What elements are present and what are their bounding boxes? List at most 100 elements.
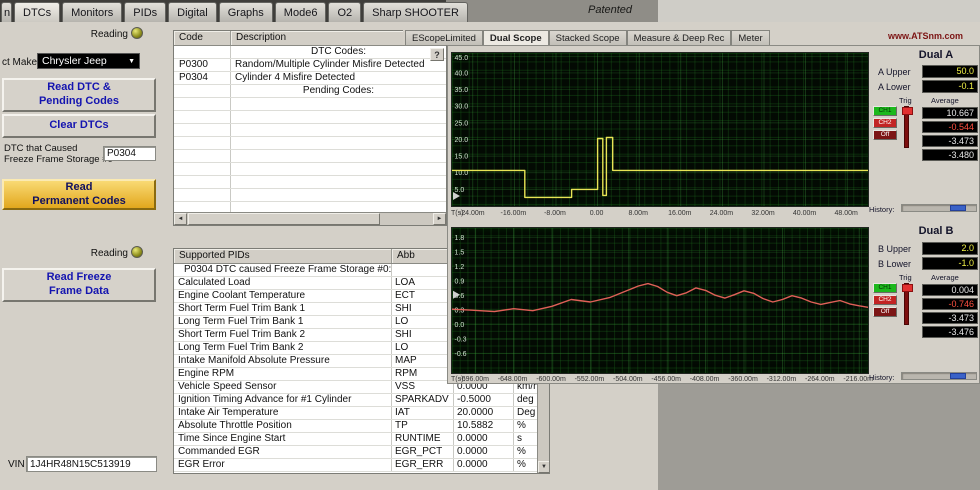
history-slider-b[interactable] (901, 372, 977, 380)
pid-header-name[interactable]: Supported PIDs (174, 249, 392, 263)
dtc-header-code[interactable]: Code (174, 31, 231, 45)
dtc-row[interactable]: P0304Cylinder 4 Misfire Detected (174, 72, 446, 85)
time-tick-label: 16.00m (668, 210, 691, 217)
dtc-row[interactable] (174, 137, 446, 150)
tab-dtcs[interactable]: DTCs (14, 2, 60, 22)
time-tick-label: -408.00m (690, 376, 720, 383)
freeze-cause-dtc-field[interactable]: P0304 (103, 146, 156, 161)
scroll-right-icon[interactable]: ► (433, 213, 446, 225)
scope-tab-escopelimited[interactable]: EScopeLimited (405, 30, 483, 45)
channel-ch2-button[interactable]: CH2 (873, 118, 897, 128)
trigger-slider-thumb[interactable] (902, 107, 913, 115)
dtc-code-cell (174, 163, 231, 175)
channel-ch1-button[interactable]: CH1 (873, 283, 897, 293)
dtc-row[interactable] (174, 98, 446, 111)
average-value: -3.476 (922, 326, 978, 338)
vehicle-make-dropdown[interactable]: Chrysler Jeep ▼ (37, 53, 140, 69)
time-tick-label: -504.00m (613, 376, 643, 383)
scroll-left-icon[interactable]: ◄ (174, 213, 187, 225)
time-tick-label: -600.00m (536, 376, 566, 383)
time-tick-label: 0.00 (590, 210, 604, 217)
scrollbar-thumb[interactable] (188, 213, 380, 225)
help-button[interactable]: ? (430, 48, 444, 61)
dtc-row[interactable] (174, 176, 446, 189)
tab-mode6[interactable]: Mode6 (275, 2, 327, 22)
tab-graphs[interactable]: Graphs (219, 2, 273, 22)
trigger-slider-a[interactable] (904, 106, 909, 148)
channel-ch2-button[interactable]: CH2 (873, 295, 897, 305)
b-upper-value[interactable]: 2.0 (922, 242, 978, 255)
dtc-row[interactable]: Pending Codes: (174, 85, 446, 98)
dtc-description-cell: Random/Multiple Cylinder Misfire Detecte… (231, 59, 446, 71)
scope-a-screen[interactable]: 45.040.035.030.025.020.015.010.05.0 (451, 52, 869, 207)
read-permanent-codes-button[interactable]: Read Permanent Codes (2, 179, 156, 210)
trigger-slider-thumb[interactable] (902, 284, 913, 292)
scope-tab-stacked-scope[interactable]: Stacked Scope (549, 30, 627, 45)
tab-monitors[interactable]: Monitors (62, 2, 122, 22)
a-upper-value[interactable]: 50.0 (922, 65, 978, 78)
channel-buttons-a: CH1 CH2 Off (873, 106, 897, 140)
dtc-row[interactable]: P0300Random/Multiple Cylinder Misfire De… (174, 59, 446, 72)
dtc-row[interactable] (174, 150, 446, 163)
dtc-row[interactable] (174, 124, 446, 137)
dtc-description-cell (231, 150, 446, 162)
main-tabs: n DTCsMonitorsPIDsDigitalGraphsMode6O2Sh… (0, 2, 468, 22)
time-tick-label: 48.00m (835, 210, 858, 217)
average-value: -3.480 (922, 149, 978, 161)
dtc-row[interactable]: DTC Codes: (174, 46, 446, 59)
pid-name-cell: Intake Manifold Absolute Pressure (174, 355, 392, 367)
history-slider-thumb[interactable] (950, 205, 966, 211)
dtc-code-cell: P0304 (174, 72, 231, 84)
read-dtc-pending-codes-button[interactable]: Read DTC & Pending Codes (2, 78, 156, 112)
tab-digital[interactable]: Digital (168, 2, 217, 22)
dtc-row[interactable] (174, 163, 446, 176)
tab-o2[interactable]: O2 (328, 2, 361, 22)
scroll-down-icon[interactable]: ▼ (538, 461, 550, 473)
tab-sharp-shooter[interactable]: Sharp SHOOTER (363, 2, 468, 22)
read-freeze-frame-data-button[interactable]: Read Freeze Frame Data (2, 268, 156, 302)
pid-row[interactable]: Intake Air TemperatureIAT20.0000Deg C (174, 407, 549, 420)
pid-row[interactable]: Time Since Engine StartRUNTIME0.0000s (174, 433, 549, 446)
time-tick-label: -360.00m (728, 376, 758, 383)
tab-pids[interactable]: PIDs (124, 2, 166, 22)
dtc-row[interactable] (174, 111, 446, 124)
history-slider-a[interactable] (901, 204, 977, 212)
scope-b-plot: 1.81.51.20.90.60.30.0-0.3-0.6 (452, 228, 868, 373)
time-tick-label: -24.00m (459, 210, 485, 217)
scrollbar-track[interactable] (187, 213, 433, 225)
dtc-description-cell (231, 189, 446, 201)
pid-header-abb[interactable]: Abb (392, 249, 454, 263)
scope-b-screen[interactable]: 1.81.51.20.90.60.30.0-0.3-0.6 (451, 227, 869, 374)
a-lower-value[interactable]: -0.1 (922, 80, 978, 93)
pid-row[interactable]: EGR ErrorEGR_ERR0.0000% (174, 459, 549, 472)
channel-ch1-button[interactable]: CH1 (873, 106, 897, 116)
scope-tab-meter[interactable]: Meter (731, 30, 769, 45)
tab-partial[interactable]: n (1, 2, 12, 22)
pid-row[interactable]: Absolute Throttle PositionTP10.5882% (174, 420, 549, 433)
dtc-horizontal-scrollbar[interactable]: ◄ ► (174, 212, 446, 225)
scope-a-time-axis: T(s): -24.00m-16.00m-8.00m0.008.00m16.00… (451, 209, 869, 220)
button-label: Read DTC & Pending Codes (39, 81, 119, 109)
channel-off-button[interactable]: Off (873, 130, 897, 140)
scope-tab-measure-deep-rec[interactable]: Measure & Deep Rec (627, 30, 732, 45)
channel-off-button[interactable]: Off (873, 307, 897, 317)
dtc-table: Code Description DTC Codes:P0300Random/M… (173, 30, 447, 226)
pid-name-cell: Absolute Throttle Position (174, 420, 392, 432)
scope-tab-dual-scope[interactable]: Dual Scope (483, 30, 549, 45)
reading-label: Reading (84, 29, 128, 40)
pid-row[interactable]: Commanded EGREGR_PCT0.0000% (174, 446, 549, 459)
time-tick-label: 8.00m (628, 210, 647, 217)
y-tick-label: -0.3 (455, 337, 467, 344)
vin-field[interactable]: 1J4HR48N15C513919 (26, 456, 157, 472)
scope-trace (452, 284, 868, 312)
clear-dtcs-button[interactable]: Clear DTCs (2, 114, 156, 138)
history-slider-thumb[interactable] (950, 373, 966, 379)
pid-row[interactable]: Ignition Timing Advance for #1 CylinderS… (174, 394, 549, 407)
time-tick-label: -648.00m (498, 376, 528, 383)
dtc-code-cell: P0300 (174, 59, 231, 71)
trigger-slider-b[interactable] (904, 283, 909, 325)
dtc-row[interactable] (174, 189, 446, 202)
b-lower-value[interactable]: -1.0 (922, 257, 978, 270)
pid-value-cell: 0.0000 (454, 433, 514, 445)
dtc-description-cell (231, 163, 446, 175)
